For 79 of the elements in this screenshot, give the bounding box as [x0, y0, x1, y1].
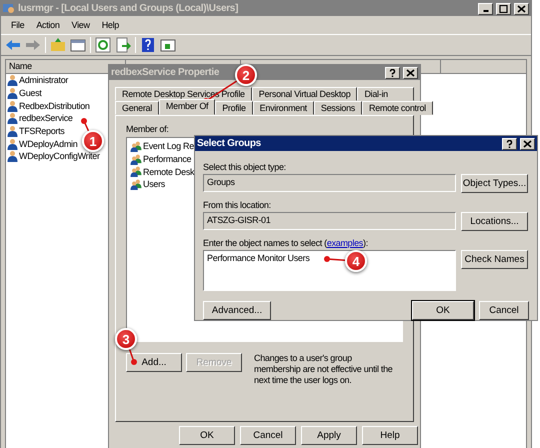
help-button[interactable]: [502, 138, 517, 150]
tab[interactable]: Environment: [252, 101, 314, 115]
maximize-icon: [499, 4, 508, 12]
group-icon: [130, 166, 142, 178]
add-button[interactable]: Add...: [126, 353, 182, 372]
console-icon[interactable]: [70, 37, 86, 53]
leader-line: [324, 256, 346, 262]
help-button[interactable]: [385, 66, 400, 78]
menu-item[interactable]: View: [66, 20, 96, 30]
menu-item[interactable]: Action: [30, 20, 66, 30]
menu-item[interactable]: File: [5, 20, 30, 30]
window-icon[interactable]: [160, 37, 176, 53]
user-icon: [7, 100, 18, 112]
tab[interactable]: Dial-in: [357, 87, 414, 101]
tab[interactable]: Member Of: [158, 99, 216, 115]
dialog-title: Select Groups: [197, 138, 261, 149]
dialog-button[interactable]: Help: [362, 426, 418, 445]
app-icon: [3, 2, 15, 14]
export-icon[interactable]: [115, 37, 131, 53]
group-name[interactable]: Remote Desk: [143, 166, 194, 177]
object-types-button[interactable]: Object Types...: [461, 174, 528, 193]
close-icon: [406, 68, 415, 76]
tab[interactable]: Remote control: [362, 101, 433, 115]
member-of-label: Member of:: [126, 124, 170, 134]
close-icon: [517, 4, 526, 12]
user-icon: [7, 74, 18, 86]
user-name[interactable]: RedbexDistribution: [19, 100, 90, 111]
dialog-button[interactable]: Apply: [301, 426, 357, 445]
user-icon: [7, 125, 18, 138]
menu-item[interactable]: Help: [96, 20, 125, 30]
ok-button[interactable]: OK: [412, 301, 474, 320]
check-names-button[interactable]: Check Names: [461, 250, 528, 269]
user-name[interactable]: TFSReports: [19, 126, 65, 136]
close-icon: [523, 140, 532, 148]
group-icon: [130, 154, 142, 165]
examples-link[interactable]: examples: [326, 238, 363, 248]
locations-button[interactable]: Locations...: [461, 212, 528, 231]
help-icon: [505, 140, 514, 148]
minimize-button[interactable]: [478, 2, 493, 14]
back-icon[interactable]: [5, 37, 21, 53]
object-type-field[interactable]: Groups: [203, 174, 456, 192]
help-icon[interactable]: [140, 37, 156, 53]
close-button[interactable]: [403, 66, 418, 78]
tab[interactable]: Sessions: [314, 101, 362, 115]
user-name[interactable]: redbexService: [19, 113, 73, 124]
refresh-icon[interactable]: [95, 37, 111, 53]
user-name[interactable]: WDeployConfigWriter: [19, 151, 100, 162]
user-name[interactable]: Administrator: [19, 75, 68, 86]
leader-line: [128, 349, 137, 365]
leader-line: [81, 118, 90, 132]
user-name[interactable]: WDeployAdmin: [19, 138, 78, 149]
object-names-label: Enter the object names to select (examples):: [203, 238, 369, 248]
close-button[interactable]: [514, 2, 529, 14]
minimize-icon: [482, 10, 488, 12]
user-icon: [7, 138, 18, 150]
group-icon: [130, 140, 142, 152]
user-icon: [7, 112, 18, 124]
window-title: lusrmgr - [Local Users and Groups (Local)\Users]: [18, 3, 238, 14]
advanced-button[interactable]: Advanced...: [203, 301, 271, 320]
location-label: From this location:: [203, 200, 272, 210]
cancel-button[interactable]: Cancel: [479, 301, 529, 320]
membership-note: Changes to a user's group membership are not effective until the next time the user logs on.: [254, 353, 394, 386]
group-name[interactable]: Performance: [143, 154, 192, 164]
maximize-button[interactable]: [496, 2, 511, 14]
user-icon: [7, 150, 18, 162]
location-field[interactable]: ATSZG-GISR-01: [203, 212, 456, 230]
close-button[interactable]: [520, 138, 535, 150]
group-icon: [130, 178, 142, 190]
user-icon: [7, 87, 18, 100]
object-type-label: Select this object type:: [203, 162, 287, 172]
user-name[interactable]: Guest: [19, 88, 42, 98]
dialog-button[interactable]: OK: [179, 426, 235, 445]
tab[interactable]: General: [115, 101, 159, 115]
tab[interactable]: Profile: [215, 101, 253, 115]
help-icon: [388, 68, 397, 76]
dialog-button[interactable]: Cancel: [240, 426, 296, 445]
group-name[interactable]: Users: [143, 179, 166, 190]
group-name[interactable]: Event Log Re: [143, 141, 194, 152]
tab[interactable]: Personal Virtual Desktop: [252, 87, 358, 101]
